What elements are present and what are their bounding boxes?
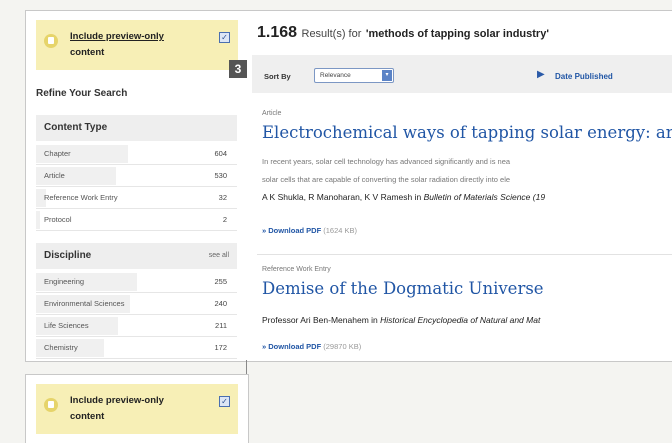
sort-selected-value: Relevance [320,72,351,79]
sort-label: Sort By [264,72,291,81]
preview-only-inset: Include preview-only content ✓ [25,374,249,443]
facet-row[interactable]: Chemistry 172 [36,337,237,359]
result-count: 1.168 [257,24,298,41]
discipline-facet: Discipline see all Engineering 255 Environ… [36,243,237,361]
lock-icon [44,398,58,412]
facet-label: Life Sciences [44,321,89,330]
refine-panel: Include preview-only content ✓ 3 Refine … [25,10,249,362]
facet-row[interactable]: Protocol 2 [36,209,237,231]
facet-row[interactable]: Reference Work Entry 32 [36,187,237,209]
facet-count: 255 [214,277,227,286]
download-pdf-link[interactable]: » Download PDF [262,342,321,351]
result-title-link[interactable]: Electrochemical ways of tapping solar en… [262,123,672,142]
preview-only-checkbox[interactable]: ✓ [219,396,230,407]
select-arrow-icon: ▾ [382,70,392,81]
sort-bar: Sort By Relevance ▾ ▶ Date Published [252,55,672,93]
download-row: » Download PDF (29870 KB) [262,342,361,351]
content-type-title: Content Type [44,122,108,133]
preview-only-checkbox[interactable]: ✓ [219,32,230,43]
result-journal: Historical Encyclopedia of Natural and M… [380,315,541,325]
facet-count: 240 [214,299,227,308]
facet-count: 2 [222,215,227,224]
query-text: 'methods of tapping solar industry' [365,28,549,40]
preview-only-label: Include preview-only content [70,395,164,422]
results-area: 1.168 Result(s) for 'methods of tapping … [247,10,672,362]
date-published-link[interactable]: Date Published [555,72,613,81]
facet-row[interactable]: Article 530 [36,165,237,187]
discipline-title: Discipline [44,250,92,261]
callout-badge-3: 3 [229,60,247,78]
download-row: » Download PDF (1624 KB) [262,226,357,235]
facet-label: Article [44,171,65,180]
result-authors: Professor Ari Ben-Menahem in Historical … [262,315,541,325]
result-snippet: solar cells that are capable of converti… [262,175,511,184]
result-title-link[interactable]: Demise of the Dogmatic Universe [262,279,544,298]
facet-row[interactable]: Chapter 604 [36,143,237,165]
row-divider [36,358,237,359]
facet-label: Environmental Sciences [44,299,125,308]
result-type: Reference Work Entry [262,266,331,273]
lock-icon [44,34,58,48]
see-all-link[interactable]: see all [209,252,229,259]
result-divider [257,254,672,255]
play-triangle-icon: ▶ [537,69,545,80]
facet-count: 530 [214,171,227,180]
file-size: (29870 KB) [323,342,362,351]
result-type: Article [262,110,282,117]
facet-label: Chemistry [44,343,78,352]
results-for-label: Result(s) for [301,28,362,40]
facet-row[interactable]: Life Sciences 211 [36,315,237,337]
result-snippet: In recent years, solar cell technology h… [262,157,511,166]
preview-only-box: Include preview-only content ✓ [36,384,238,434]
facet-label: Chapter [44,149,71,158]
result-journal: Bulletin of Materials Science (19 [423,192,546,202]
refine-title: Refine Your Search [36,88,128,99]
facet-row[interactable]: Environmental Sciences 240 [36,293,237,315]
facet-label: Protocol [44,215,72,224]
discipline-header: Discipline see all [36,243,237,269]
content-type-facet: Content Type Chapter 604 Article 530 Referen… [36,115,237,233]
file-size: (1624 KB) [323,226,358,235]
facet-label: Engineering [44,277,85,286]
facet-count: 604 [214,149,227,158]
facet-count-bar [36,211,40,229]
facet-count: 172 [214,343,227,352]
facet-count: 211 [215,321,227,330]
sort-select[interactable]: Relevance ▾ [314,68,394,83]
preview-only-label: Include preview-only content [70,31,164,58]
download-pdf-link[interactable]: » Download PDF [262,226,321,235]
row-divider [36,230,237,231]
facet-row[interactable]: Engineering 255 [36,271,237,293]
facet-label: Reference Work Entry [44,193,118,202]
results-summary: 1.168 Result(s) for 'methods of tapping … [257,24,549,42]
result-authors: A K Shukla, R Manoharan, K V Ramesh in B… [262,192,546,202]
preview-only-box: Include preview-only content ✓ [36,20,238,70]
facet-count: 32 [218,193,227,202]
content-type-header: Content Type [36,115,237,141]
